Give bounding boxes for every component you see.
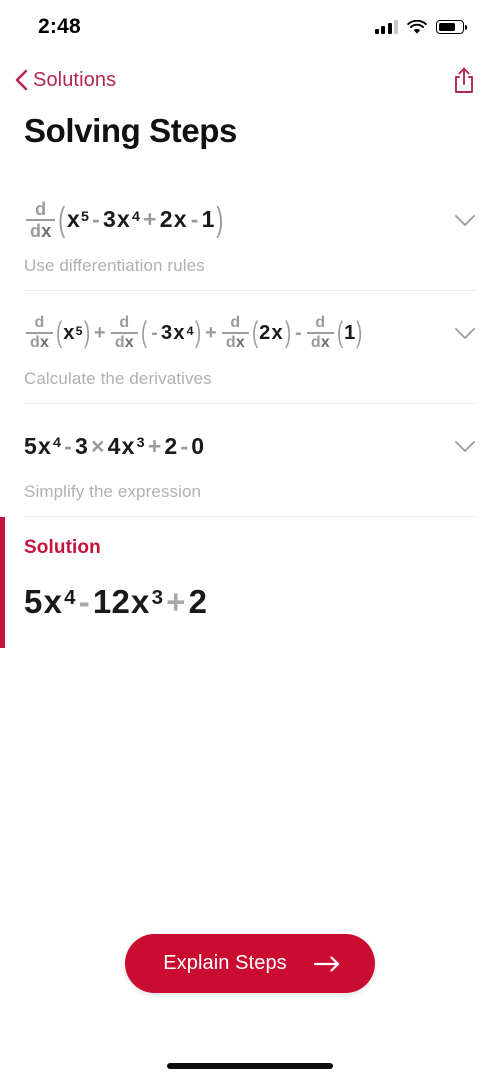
constant: 2 bbox=[164, 432, 178, 459]
frac-denominator: dx bbox=[310, 333, 330, 351]
step-caption: Use differentiation rules bbox=[24, 256, 205, 275]
back-button[interactable]: Solutions bbox=[14, 69, 116, 92]
frac-denominator: dx bbox=[30, 220, 52, 241]
chevron-down-icon[interactable] bbox=[454, 327, 476, 340]
operator-minus: - bbox=[78, 583, 90, 620]
frac-numerator: d bbox=[119, 314, 130, 332]
arrow-right-icon bbox=[313, 955, 339, 972]
step-caption: Simplify the expression bbox=[24, 482, 202, 501]
solution-equation: 5x4 - 12 x 3 + 2 bbox=[24, 583, 208, 620]
step-caption: Calculate the derivatives bbox=[24, 369, 212, 388]
term-x: x bbox=[116, 206, 130, 233]
derivative-operator: d dx bbox=[221, 314, 249, 351]
operator-plus: + bbox=[93, 321, 106, 344]
derivative-operator: d dx bbox=[26, 199, 56, 241]
step-equation: d dx ( x5 ) + d dx ( -3x4 ) + d dx (2 x… bbox=[24, 315, 364, 351]
frac-denominator: dx bbox=[30, 333, 50, 351]
operator-minus: - bbox=[294, 321, 302, 344]
solution-block: Solution 5x4 - 12 x 3 + 2 bbox=[0, 517, 500, 648]
term-x: x bbox=[43, 583, 63, 620]
term-x: x bbox=[271, 321, 283, 344]
coefficient: 5 bbox=[24, 432, 37, 459]
wifi-icon bbox=[407, 19, 427, 34]
page-title: Solving Steps bbox=[24, 112, 238, 149]
chevron-left-icon bbox=[15, 69, 28, 91]
term-x: x bbox=[131, 583, 150, 620]
coefficient: 2 bbox=[259, 321, 271, 344]
status-time: 2:48 bbox=[38, 15, 81, 38]
constant: 0 bbox=[191, 432, 205, 459]
explain-steps-button[interactable]: Explain Steps bbox=[125, 934, 375, 993]
term-x: x bbox=[38, 432, 51, 459]
explain-steps-label: Explain Steps bbox=[163, 952, 287, 974]
step-item[interactable]: 5x4 - 3 × 4x3 + 2 - 0 Simplify the expre… bbox=[0, 404, 500, 516]
constant: 2 bbox=[188, 583, 208, 620]
constant: 1 bbox=[344, 321, 356, 344]
app-screen: 2:48 Solutions Solving Steps d dx (x 5 … bbox=[0, 0, 500, 1082]
cellular-signal-icon bbox=[374, 20, 398, 34]
term-x: x bbox=[173, 321, 185, 344]
operator-minus: - bbox=[180, 432, 189, 459]
operator-times: × bbox=[91, 432, 105, 459]
share-icon[interactable] bbox=[452, 66, 476, 94]
coefficient: 3 bbox=[102, 206, 116, 233]
term-x: x bbox=[173, 206, 187, 233]
coefficient: 3 bbox=[75, 432, 88, 459]
operator-minus: - bbox=[64, 432, 72, 459]
chevron-down-icon[interactable] bbox=[454, 214, 476, 227]
frac-numerator: d bbox=[315, 314, 326, 332]
frac-numerator: d bbox=[230, 314, 241, 332]
derivative-operator: d dx bbox=[26, 314, 54, 351]
status-bar: 2:48 bbox=[0, 0, 500, 54]
coefficient: 12 bbox=[92, 583, 131, 620]
solving-steps-list: d dx ( x5 - 3x4 + 2x - 1 ) Use different… bbox=[0, 178, 500, 648]
battery-icon bbox=[436, 20, 467, 34]
home-indicator bbox=[167, 1063, 333, 1069]
solution-accent-bar bbox=[0, 517, 5, 648]
cta-container: Explain Steps bbox=[0, 934, 500, 993]
step-equation-row: d dx ( x5 - 3x4 + 2x - 1 ) bbox=[24, 192, 476, 248]
coefficient: 5 bbox=[24, 583, 43, 620]
operator-plus: + bbox=[166, 583, 186, 620]
term-x: x bbox=[121, 432, 135, 459]
coefficient: 4 bbox=[107, 432, 121, 459]
back-button-label: Solutions bbox=[33, 68, 117, 91]
frac-numerator: d bbox=[34, 314, 45, 332]
coefficient: 3 bbox=[160, 321, 173, 344]
solution-label: Solution bbox=[24, 537, 101, 558]
status-icons bbox=[374, 19, 467, 35]
operator-plus: + bbox=[143, 206, 157, 233]
constant: 1 bbox=[201, 206, 215, 233]
derivative-operator: d dx bbox=[306, 314, 334, 351]
step-item[interactable]: d dx ( x5 ) + d dx ( -3x4 ) + d dx (2 x… bbox=[0, 291, 500, 403]
step-equation: d dx ( x5 - 3x4 + 2x - 1 ) bbox=[24, 200, 224, 240]
operator-plus: + bbox=[147, 432, 162, 459]
term-x: x bbox=[63, 321, 75, 344]
operator-plus: + bbox=[204, 321, 217, 344]
frac-denominator: dx bbox=[114, 333, 134, 351]
frac-numerator: d bbox=[35, 199, 47, 220]
operator-minus: - bbox=[190, 206, 199, 233]
step-equation-row: d dx ( x5 ) + d dx ( -3x4 ) + d dx (2 x… bbox=[24, 305, 476, 361]
frac-denominator: dx bbox=[225, 333, 245, 351]
derivative-operator: d dx bbox=[110, 314, 138, 351]
coefficient: 2 bbox=[159, 206, 173, 233]
chevron-down-icon[interactable] bbox=[454, 440, 476, 453]
step-equation-row: 5x4 - 3 × 4x3 + 2 - 0 bbox=[24, 418, 476, 474]
navigation-bar: Solutions bbox=[0, 54, 500, 106]
operator-minus: - bbox=[92, 206, 100, 233]
step-item[interactable]: d dx ( x5 - 3x4 + 2x - 1 ) Use different… bbox=[0, 178, 500, 290]
term-x: x bbox=[66, 206, 80, 233]
operator-minus: - bbox=[151, 321, 158, 344]
step-equation: 5x4 - 3 × 4x3 + 2 - 0 bbox=[24, 432, 205, 459]
